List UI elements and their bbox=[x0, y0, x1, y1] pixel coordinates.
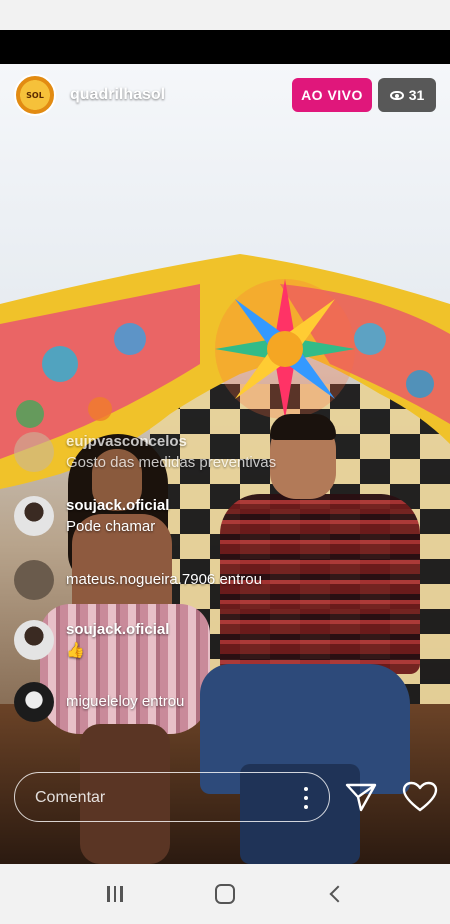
system-nav-bar bbox=[0, 864, 450, 924]
comment-avatar[interactable] bbox=[14, 682, 54, 722]
eye-icon bbox=[389, 90, 404, 100]
comment-item: eujpvasconcelos Gosto das medidas preven… bbox=[14, 432, 276, 474]
live-badge: AO VIVO bbox=[292, 78, 372, 112]
comment-avatar[interactable] bbox=[14, 620, 54, 660]
back-icon bbox=[329, 885, 347, 903]
comment-item: soujack.oficial 👍 bbox=[14, 620, 169, 662]
broadcaster-avatar[interactable]: SOL bbox=[14, 74, 56, 116]
broadcaster-username[interactable]: quadrilhasol bbox=[70, 86, 165, 104]
join-message: mateus.nogueira.7906 entrou bbox=[66, 571, 262, 588]
avatar-logo-text: SOL bbox=[26, 90, 44, 100]
host-man-hair bbox=[270, 414, 336, 440]
comment-username[interactable]: soujack.oficial bbox=[66, 620, 169, 640]
home-button[interactable] bbox=[205, 874, 245, 914]
status-bar bbox=[0, 0, 450, 30]
comment-avatar[interactable] bbox=[14, 496, 54, 536]
comment-composer[interactable] bbox=[14, 772, 330, 822]
join-message: migueleloy entrou bbox=[66, 693, 185, 710]
viewer-count-button[interactable]: 31 bbox=[378, 78, 436, 112]
comment-item: mateus.nogueira.7906 entrou bbox=[14, 560, 262, 600]
comment-input[interactable] bbox=[35, 785, 285, 811]
comment-message: Pode chamar bbox=[66, 518, 156, 535]
comment-avatar[interactable] bbox=[14, 560, 54, 600]
viewer-count: 31 bbox=[408, 87, 425, 103]
comment-username[interactable]: soujack.oficial bbox=[66, 496, 169, 516]
comment-item: soujack.oficial Pode chamar bbox=[14, 496, 169, 538]
recents-button[interactable] bbox=[95, 874, 135, 914]
back-button[interactable] bbox=[315, 874, 355, 914]
recents-icon bbox=[107, 886, 123, 902]
comment-username[interactable]: eujpvasconcelos bbox=[66, 432, 276, 452]
comment-message: 👍 bbox=[66, 642, 85, 659]
comment-message: Gosto das medidas preventivas bbox=[66, 454, 277, 471]
send-icon[interactable] bbox=[344, 781, 378, 813]
heart-icon[interactable] bbox=[402, 781, 438, 813]
more-vertical-icon[interactable] bbox=[303, 787, 309, 809]
home-icon bbox=[215, 884, 235, 904]
comment-avatar[interactable] bbox=[14, 432, 54, 472]
comment-item: migueleloy entrou bbox=[14, 682, 184, 722]
top-band bbox=[0, 30, 450, 64]
